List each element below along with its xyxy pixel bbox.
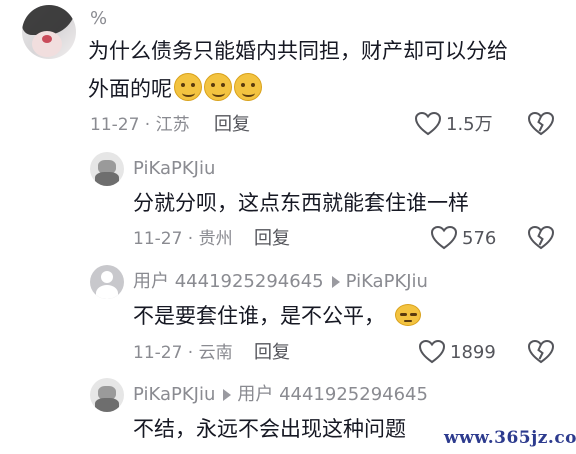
dislike-broken-heart-icon[interactable] bbox=[527, 225, 555, 251]
cool-emoji-icon bbox=[395, 304, 421, 326]
reply-username-line: 用户 4441925294645 PiKaPKJiu bbox=[133, 271, 428, 293]
reply-avatar[interactable] bbox=[90, 152, 124, 186]
avatar-figure-base bbox=[95, 398, 119, 412]
comment-text: 为什么债务只能婚内共同担，财产却可以分给 bbox=[88, 39, 508, 63]
reply-avatar-default[interactable] bbox=[90, 265, 124, 299]
reply-date-location: 11-27 · 云南 bbox=[133, 343, 233, 363]
reply-avatar[interactable] bbox=[90, 378, 124, 412]
reply-arrow-icon bbox=[223, 388, 232, 401]
grin-emoji-icon bbox=[234, 73, 262, 101]
like-count: 1899 bbox=[450, 342, 496, 363]
avatar-body bbox=[96, 285, 118, 299]
comment-date-location: 11-27 · 江苏 bbox=[90, 115, 190, 135]
reply-button[interactable]: 回复 bbox=[254, 342, 290, 364]
avatar-head bbox=[101, 271, 113, 283]
avatar-figure-base bbox=[95, 172, 119, 186]
comment-text-line2: 外面的呢 bbox=[88, 72, 262, 106]
like-count: 1.5万 bbox=[446, 114, 493, 135]
dislike-broken-heart-icon[interactable] bbox=[527, 339, 555, 365]
like-heart-icon[interactable] bbox=[430, 225, 458, 251]
reply-arrow-icon bbox=[331, 275, 340, 288]
reply-text: 分就分呗，这点东西就能套住谁一样 bbox=[133, 191, 469, 215]
dislike-broken-heart-icon[interactable] bbox=[527, 111, 555, 137]
grin-emoji-icon bbox=[174, 73, 202, 101]
reply-button[interactable]: 回复 bbox=[254, 228, 290, 250]
watermark-text: www.365jz.com bbox=[444, 428, 576, 448]
comment-text-part: 外面的呢 bbox=[88, 77, 172, 101]
avatar-mark bbox=[42, 35, 52, 43]
reply-username[interactable]: PiKaPKJiu bbox=[133, 384, 215, 405]
reply-text: 不是要套住谁，是不公平， bbox=[133, 304, 385, 328]
reply-to-username[interactable]: PiKaPKJiu bbox=[346, 271, 428, 292]
reply-username[interactable]: 用户 4441925294645 bbox=[133, 271, 324, 292]
like-heart-icon[interactable] bbox=[414, 111, 442, 137]
comment-username[interactable]: % bbox=[90, 8, 107, 30]
reply-to-username[interactable]: 用户 4441925294645 bbox=[237, 384, 428, 405]
reply-text-line: 不是要套住谁，是不公平， bbox=[133, 299, 421, 333]
reply-button[interactable]: 回复 bbox=[214, 114, 250, 136]
avatar[interactable] bbox=[22, 5, 76, 59]
grin-emoji-icon bbox=[204, 73, 232, 101]
reply-username[interactable]: PiKaPKJiu bbox=[133, 158, 215, 180]
like-heart-icon[interactable] bbox=[418, 339, 446, 365]
reply-date-location: 11-27 · 贵州 bbox=[133, 229, 233, 249]
like-count: 576 bbox=[462, 228, 497, 249]
reply-text: 不结，永远不会出现这种问题 bbox=[133, 417, 406, 441]
reply-username-line: PiKaPKJiu 用户 4441925294645 bbox=[133, 384, 428, 406]
